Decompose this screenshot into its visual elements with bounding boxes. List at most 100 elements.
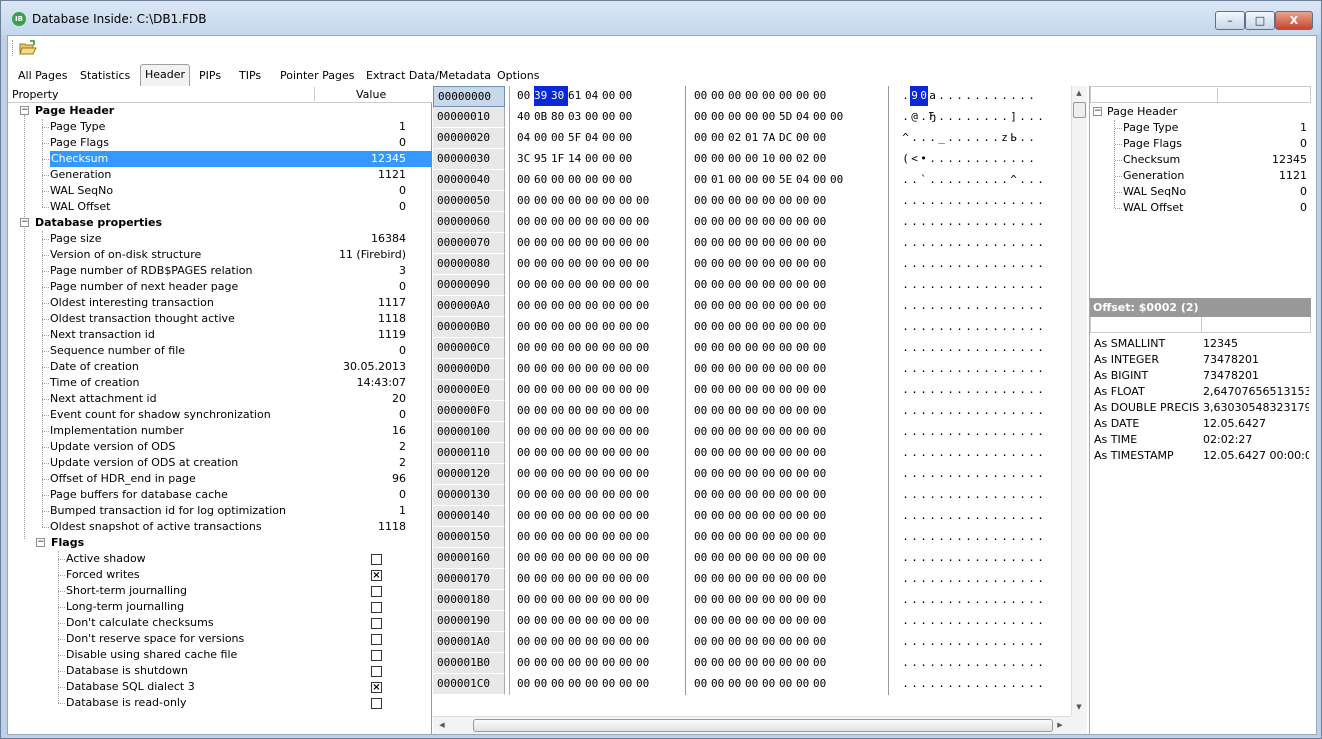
ascii-char[interactable]: . [919,107,928,127]
hex-byte[interactable]: 5E [779,170,796,190]
hex-byte[interactable]: 00 [551,653,568,673]
ascii-char[interactable]: . [1036,380,1045,400]
ascii-char[interactable]: • [919,149,928,169]
flag-row[interactable]: Active shadow [8,551,432,567]
ascii-char[interactable]: . [1009,632,1018,652]
hex-byte[interactable]: 00 [568,233,585,253]
hex-byte[interactable]: 00 [568,170,585,190]
hex-byte[interactable]: 00 [745,317,762,337]
ascii-char[interactable]: . [901,506,910,526]
tree-group[interactable]: − Flags [8,535,432,551]
ascii-char[interactable]: . [982,86,991,106]
hex-byte[interactable]: 00 [796,674,813,694]
ascii-char[interactable]: . [937,401,946,421]
hex-byte[interactable]: 00 [796,317,813,337]
hex-ascii[interactable]: ................ [901,380,1045,401]
hex-byte[interactable]: 00 [636,191,653,211]
ascii-char[interactable]: . [964,296,973,316]
hex-byte[interactable]: 00 [517,506,534,526]
ascii-char[interactable]: . [1009,653,1018,673]
hex-byte[interactable]: 00 [694,338,711,358]
hex-byte[interactable]: 00 [694,149,711,169]
hex-byte[interactable]: 00 [745,212,762,232]
ascii-char[interactable]: . [982,191,991,211]
hex-byte[interactable]: 00 [534,506,551,526]
ascii-char[interactable]: . [955,653,964,673]
ascii-char[interactable]: . [946,296,955,316]
hex-byte[interactable]: 00 [813,149,830,169]
hex-byte[interactable]: 00 [619,674,636,694]
hex-ascii[interactable]: ................ [901,443,1045,464]
hex-bytes-high[interactable]: 00 00 00 00 00 00 00 00 [694,380,830,401]
ascii-char[interactable]: . [1018,506,1027,526]
hex-ascii[interactable]: ................ [901,527,1045,548]
ascii-char[interactable]: . [946,590,955,610]
tab-all-pages[interactable]: All Pages [14,66,72,85]
ascii-char[interactable]: . [1000,317,1009,337]
ascii-char[interactable]: . [955,275,964,295]
hex-byte[interactable]: 00 [728,275,745,295]
ascii-char[interactable]: . [1036,569,1045,589]
hex-byte[interactable]: 00 [796,527,813,547]
hex-byte[interactable]: 00 [534,443,551,463]
hex-byte[interactable]: 00 [551,590,568,610]
hex-byte[interactable]: 00 [636,569,653,589]
hex-ascii[interactable]: ................ [901,212,1045,233]
hex-bytes-low[interactable]: 00 00 00 00 00 00 00 00 [517,317,653,338]
ascii-char[interactable]: . [928,485,937,505]
ascii-char[interactable]: . [946,485,955,505]
ascii-char[interactable]: . [937,569,946,589]
ascii-char[interactable]: . [937,296,946,316]
hex-byte[interactable]: 00 [745,527,762,547]
ascii-char[interactable]: . [910,569,919,589]
hex-byte[interactable]: 00 [602,443,619,463]
property-row[interactable]: WAL SeqNo 0 [8,183,432,199]
hex-byte[interactable]: 00 [762,317,779,337]
ascii-char[interactable]: . [991,485,1000,505]
ascii-char[interactable]: . [937,611,946,631]
hex-byte[interactable]: 00 [779,317,796,337]
hex-byte[interactable]: 04 [796,107,813,127]
ascii-char[interactable]: . [1018,170,1027,190]
hex-byte[interactable]: 00 [813,359,830,379]
hex-byte[interactable]: 00 [568,443,585,463]
ascii-char[interactable]: . [1027,359,1036,379]
hex-byte[interactable]: 00 [551,359,568,379]
hex-byte[interactable]: 00 [779,359,796,379]
ascii-char[interactable]: . [991,422,1000,442]
hex-bytes-high[interactable]: 00 01 00 00 00 5E 04 00 00 [694,170,847,191]
ascii-char[interactable]: . [901,527,910,547]
hex-byte[interactable]: 04 [796,170,813,190]
ascii-char[interactable]: . [991,338,1000,358]
ascii-char[interactable]: . [928,296,937,316]
hex-byte[interactable]: 00 [517,674,534,694]
ascii-char[interactable]: . [991,170,1000,190]
hex-byte[interactable]: 00 [585,527,602,547]
hex-byte[interactable]: 00 [602,527,619,547]
hex-byte[interactable]: 00 [762,191,779,211]
hex-bytes-low[interactable]: 00 00 00 00 00 00 00 00 [517,380,653,401]
hex-byte[interactable]: 00 [568,254,585,274]
hex-byte[interactable]: 00 [585,632,602,652]
property-row[interactable]: Offset of HDR_end in page 96 [8,471,432,487]
hex-byte[interactable]: 00 [762,107,779,127]
hex-byte[interactable]: 00 [779,296,796,316]
hex-byte[interactable]: 00 [602,86,619,106]
hex-byte[interactable]: 00 [728,653,745,673]
hex-byte[interactable]: 00 [694,275,711,295]
ascii-char[interactable]: . [1036,548,1045,568]
hex-byte[interactable]: 00 [568,422,585,442]
hex-byte[interactable]: 00 [711,569,728,589]
hex-byte[interactable]: 00 [762,359,779,379]
hex-byte[interactable]: 00 [602,674,619,694]
hex-byte[interactable]: 00 [711,464,728,484]
hex-byte[interactable]: 00 [694,254,711,274]
hex-bytes-high[interactable]: 00 00 00 00 00 00 00 00 [694,569,830,590]
ascii-char[interactable]: . [1018,653,1027,673]
hex-byte[interactable]: 00 [636,464,653,484]
ascii-char[interactable]: z [1000,128,1009,148]
ascii-char[interactable]: . [928,422,937,442]
ascii-char[interactable]: . [1009,380,1018,400]
ascii-char[interactable]: . [1036,317,1045,337]
hex-byte[interactable]: 00 [711,86,728,106]
